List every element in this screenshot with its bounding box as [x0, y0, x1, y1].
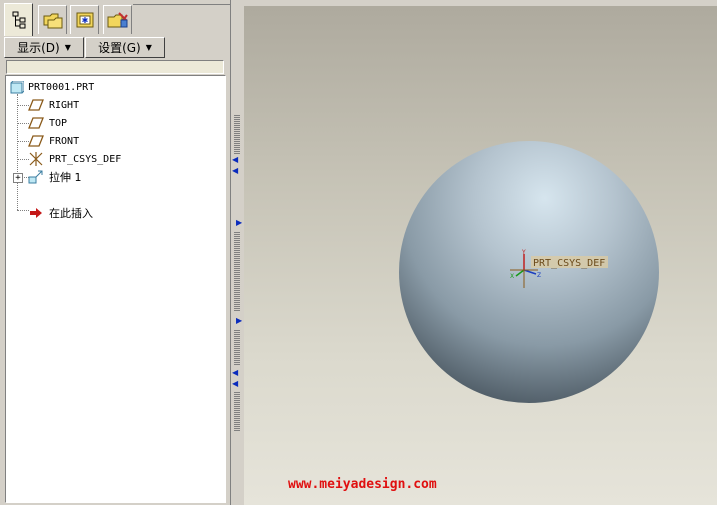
tree-item-top[interactable]: TOP: [27, 115, 67, 131]
axis-y-label: Y: [521, 249, 526, 256]
tree-filter-bar[interactable]: [6, 60, 224, 74]
tab-favorites[interactable]: ✱: [70, 5, 99, 34]
model-tree-icon: [12, 11, 25, 29]
watermark-text: www.meiyadesign.com: [288, 477, 437, 492]
axis-x-label: X: [510, 273, 514, 280]
collapse-left-icon[interactable]: ◀: [232, 166, 238, 175]
tree-root-item[interactable]: PRT0001.PRT: [10, 79, 94, 95]
show-menu-button[interactable]: 显示(D) ▼: [4, 37, 84, 58]
insert-here-marker[interactable]: 在此插入: [27, 205, 93, 221]
expand-right-icon[interactable]: ▶: [236, 316, 242, 325]
datum-plane-icon: [27, 134, 45, 148]
tree-item-label: TOP: [49, 117, 68, 129]
settings-menu-label: 设置(G): [98, 41, 141, 55]
show-menu-label: 显示(D): [17, 41, 60, 55]
splitter-grip: [234, 330, 240, 365]
navigator-menu-bar: 显示(D) ▼ 设置(G) ▼: [4, 37, 226, 59]
tree-item-right[interactable]: RIGHT: [27, 97, 79, 113]
tab-folder-browser[interactable]: [38, 5, 67, 34]
insert-here-label: 在此插入: [49, 207, 93, 220]
tree-item-label: FRONT: [49, 135, 80, 147]
svg-text:✱: ✱: [81, 16, 88, 25]
axis-z-label: Z: [537, 272, 541, 279]
tab-strip-edge: [133, 4, 230, 5]
model-canvas: Y X Z PRT_CSYS_DEF: [399, 141, 659, 403]
arrow-right-icon: [27, 206, 45, 220]
tree-root-label: PRT0001.PRT: [28, 81, 95, 93]
expand-icon[interactable]: +: [13, 173, 23, 183]
coordinate-system-icon: [27, 152, 45, 166]
datum-plane-icon: [27, 116, 45, 130]
settings-menu-button[interactable]: 设置(G) ▼: [85, 37, 165, 58]
collapse-left-icon[interactable]: ◀: [232, 379, 238, 388]
graphics-viewport[interactable]: Y X Z PRT_CSYS_DEF: [244, 6, 717, 505]
tree-item-front[interactable]: FRONT: [27, 133, 79, 149]
tree-item-label: 拉伸 1: [49, 171, 82, 184]
tab-model-tree[interactable]: [4, 3, 33, 36]
collapse-left-icon[interactable]: ◀: [232, 155, 238, 164]
extrude-feature-icon: [27, 170, 45, 184]
tree-item-label: RIGHT: [49, 99, 80, 111]
folder-browser-icon: [43, 13, 62, 29]
collapse-left-icon[interactable]: ◀: [232, 368, 238, 377]
csys-label: PRT_CSYS_DEF: [533, 258, 605, 269]
connections-icon: [107, 12, 128, 28]
chevron-down-icon: ▼: [145, 43, 152, 52]
favorites-icon: ✱: [76, 12, 93, 28]
model-tree: PRT0001.PRT RIGHT TOP FRONT PRT_CSYS_DEF: [5, 75, 226, 503]
chevron-down-icon: ▼: [64, 43, 71, 52]
splitter-grip: [234, 115, 240, 155]
expand-right-icon[interactable]: ▶: [236, 218, 242, 227]
splitter-grip: [234, 232, 240, 312]
splitter-grip: [234, 392, 240, 432]
tree-item-extrude[interactable]: 拉伸 1: [27, 169, 82, 185]
part-icon: [10, 80, 24, 94]
navigator-panel: ✱ 显示(D) ▼ 设置(G) ▼ PRT0001.PRT RIGHT TOP …: [0, 0, 230, 505]
tree-connector-line: [17, 94, 18, 210]
panel-splitter[interactable]: ◀ ◀ ▶ ▶ ◀ ◀: [230, 0, 244, 505]
tree-item-label: PRT_CSYS_DEF: [49, 153, 122, 165]
tab-connections[interactable]: [103, 5, 132, 34]
tree-item-csys[interactable]: PRT_CSYS_DEF: [27, 151, 121, 167]
datum-plane-icon: [27, 98, 45, 112]
navigator-tabs: ✱: [0, 0, 230, 36]
